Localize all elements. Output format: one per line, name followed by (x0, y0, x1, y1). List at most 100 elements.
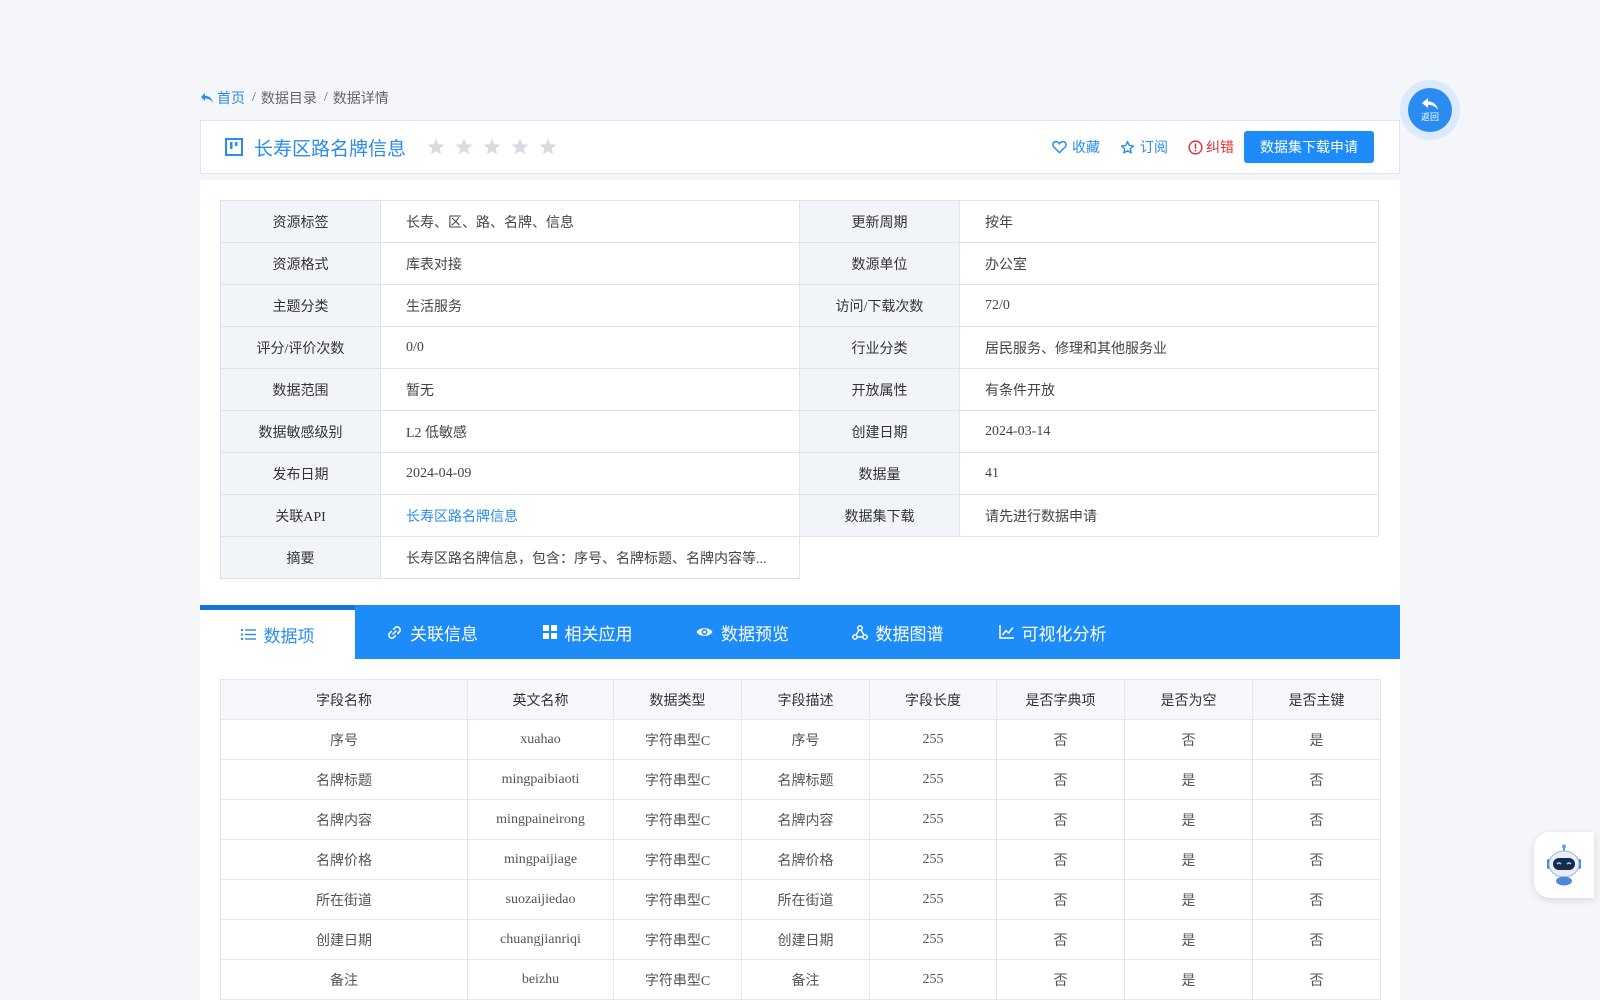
tab-data-graph[interactable]: 数据图谱 (820, 605, 975, 659)
dataset-info-panel: 资源标签 长寿、区、路、名牌、信息 更新周期 按年 资源格式 库表对接 数源单位… (200, 180, 1400, 605)
info-label: 评分/评价次数 (220, 326, 381, 369)
detail-tabs: 数据项 关联信息 相关应用 数据预览 数据图谱 可视化分析 (200, 605, 1400, 659)
table-row: 名牌内容 mingpaineirong 字符串型C 名牌内容 255 否是否 (220, 799, 1381, 840)
table-cell: 名牌价格 (741, 839, 870, 880)
info-label: 开放属性 (799, 368, 960, 411)
table-cell: 否 (1252, 919, 1381, 960)
column-header: 字段名称 (220, 679, 468, 720)
fields-table: 字段名称 英文名称 数据类型 字段描述 字段长度 是否字典项 是否为空 是否主键… (220, 679, 1381, 1000)
heart-icon (1052, 140, 1067, 154)
table-cell: 序号 (741, 719, 870, 760)
table-row: 所在街道 suozaijiedao 字符串型C 所在街道 255 否是否 (220, 879, 1381, 920)
tab-visual-analysis[interactable]: 可视化分析 (975, 605, 1130, 659)
dataset-info-table: 资源标签 长寿、区、路、名牌、信息 更新周期 按年 资源格式 库表对接 数源单位… (220, 200, 1379, 579)
related-api-link[interactable]: 长寿区路名牌信息 (406, 510, 518, 525)
star-icon[interactable] (424, 135, 448, 159)
table-cell: 255 (869, 719, 997, 760)
star-icon[interactable] (452, 135, 476, 159)
star-outline-icon (1120, 140, 1135, 154)
report-error-label: 纠错 (1206, 141, 1234, 156)
subscribe-button[interactable]: 订阅 (1120, 137, 1168, 157)
tab-label: 关联信息 (410, 624, 478, 644)
column-header: 字段描述 (741, 679, 870, 720)
table-row: 名牌标题 mingpaibiaoti 字符串型C 名牌标题 255 否是否 (220, 759, 1381, 800)
table-cell: 创建日期 (741, 919, 870, 960)
table-cell: 序号 (220, 719, 468, 760)
info-label: 资源标签 (220, 200, 381, 243)
info-empty-cell (799, 536, 1379, 579)
table-cell: 名牌价格 (220, 839, 468, 880)
table-cell: 255 (869, 759, 997, 800)
breadcrumb-item-catalog[interactable]: 数据目录 (261, 88, 317, 108)
table-cell: 所在街道 (741, 879, 870, 920)
table-cell: 否 (1252, 959, 1381, 1000)
table-cell: 是 (1124, 799, 1253, 840)
info-row: 资源标签 长寿、区、路、名牌、信息 更新周期 按年 (220, 200, 1379, 243)
assistant-robot-button[interactable] (1534, 832, 1594, 898)
table-cell: 否 (996, 839, 1125, 880)
info-label: 创建日期 (799, 410, 960, 453)
info-label: 数据量 (799, 452, 960, 495)
table-cell: 255 (869, 839, 997, 880)
subscribe-label: 订阅 (1140, 141, 1168, 156)
info-value: 办公室 (959, 242, 1379, 285)
tab-data-items[interactable]: 数据项 (200, 605, 355, 659)
table-cell: 创建日期 (220, 919, 468, 960)
eye-icon (696, 628, 713, 636)
rating-stars[interactable] (424, 135, 560, 159)
back-label: 返回 (1420, 112, 1439, 122)
star-icon[interactable] (508, 135, 532, 159)
table-cell: 名牌内容 (220, 799, 468, 840)
column-header: 数据类型 (613, 679, 742, 720)
table-cell: 否 (996, 759, 1125, 800)
tab-related-apps[interactable]: 相关应用 (510, 605, 665, 659)
breadcrumb-separator: / (323, 90, 328, 105)
apply-download-button[interactable]: 数据集下载申请 (1244, 131, 1374, 163)
table-header-row: 字段名称 英文名称 数据类型 字段描述 字段长度 是否字典项 是否为空 是否主键 (220, 679, 1381, 720)
breadcrumb-home-label: 首页 (217, 92, 245, 107)
breadcrumb-separator: / (252, 90, 256, 105)
graph-icon (851, 624, 868, 640)
info-row: 评分/评价次数 0/0 行业分类 居民服务、修理和其他服务业 (220, 326, 1379, 369)
tab-related-info[interactable]: 关联信息 (355, 605, 510, 659)
star-icon[interactable] (480, 135, 504, 159)
table-cell: 是 (1252, 719, 1381, 760)
info-label: 资源格式 (220, 242, 381, 285)
breadcrumb: 首页 / 数据目录 / 数据详情 (200, 88, 389, 108)
info-label: 更新周期 (799, 200, 960, 243)
table-cell: 255 (869, 799, 997, 840)
table-cell: 字符串型C (613, 719, 742, 760)
info-label: 摘要 (220, 536, 381, 579)
table-cell: 字符串型C (613, 879, 742, 920)
column-header: 是否字典项 (996, 679, 1125, 720)
star-icon[interactable] (536, 135, 560, 159)
info-value: 41 (959, 452, 1379, 495)
tab-data-preview[interactable]: 数据预览 (665, 605, 820, 659)
back-button-inner: 返回 (1408, 88, 1452, 132)
breadcrumb-home[interactable]: 首页 (200, 88, 245, 108)
back-button[interactable]: 返回 (1400, 80, 1460, 140)
table-cell: 否 (996, 799, 1125, 840)
table-cell: 名牌标题 (741, 759, 870, 800)
info-value: 2024-03-14 (959, 410, 1379, 453)
chart-icon (998, 625, 1014, 639)
info-label: 数据集下载 (799, 494, 960, 537)
info-value: 2024-04-09 (380, 452, 800, 495)
info-value: 72/0 (959, 284, 1379, 327)
table-cell: 255 (869, 879, 997, 920)
table-cell: 是 (1124, 959, 1253, 1000)
table-cell: 是 (1124, 759, 1253, 800)
table-row: 名牌价格 mingpaijiage 字符串型C 名牌价格 255 否是否 (220, 839, 1381, 880)
breadcrumb-item-detail: 数据详情 (332, 92, 389, 107)
table-cell: 备注 (220, 959, 468, 1000)
list-icon (240, 629, 256, 640)
info-label: 主题分类 (220, 284, 381, 327)
table-cell: 是 (1124, 919, 1253, 960)
info-label: 关联API (220, 494, 381, 537)
info-value: 长寿区路名牌信息 (380, 494, 800, 537)
table-cell: mingpaineirong (467, 799, 614, 840)
info-value: 库表对接 (380, 242, 800, 285)
favorite-button[interactable]: 收藏 (1052, 137, 1100, 157)
table-row: 创建日期 chuangjianriqi 字符串型C 创建日期 255 否是否 (220, 919, 1381, 960)
report-error-button[interactable]: 纠错 (1188, 137, 1234, 157)
